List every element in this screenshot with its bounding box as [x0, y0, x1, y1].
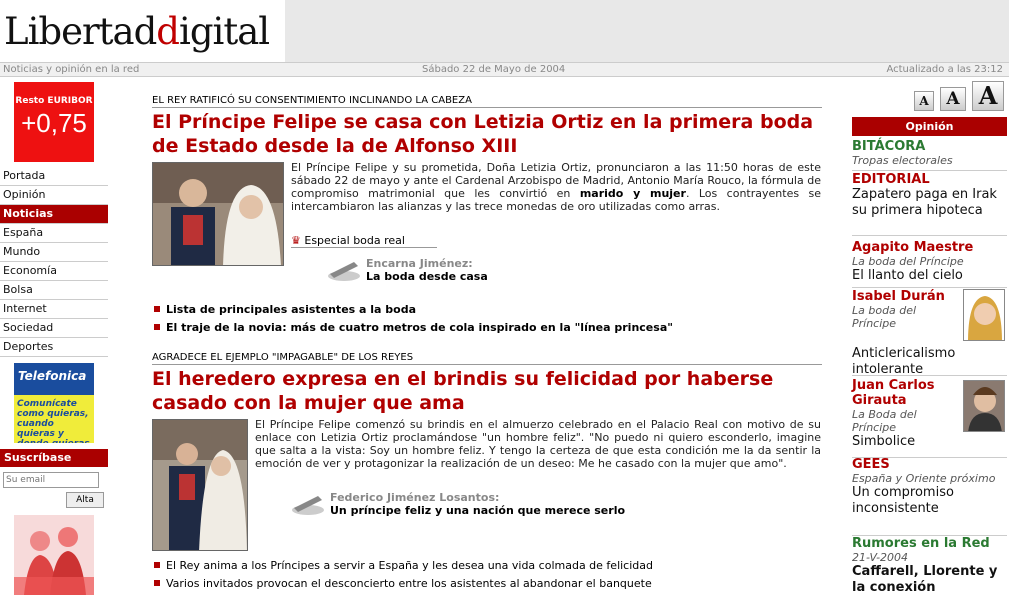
- opinion-agapito-maestre[interactable]: Agapito Maestre La boda del Príncipe El …: [852, 240, 1007, 288]
- story2-bullet-2[interactable]: Varios invitados provocan el desconciert…: [154, 577, 652, 590]
- nav-item-noticias[interactable]: Noticias: [0, 205, 108, 224]
- special-wedding-link[interactable]: ♛ Especial boda real: [291, 234, 437, 248]
- wedding-banner-image: [14, 515, 94, 595]
- crown-icon: ♛: [291, 234, 301, 247]
- opinion-juan-carlos-girauta[interactable]: Juan Carlos Girauta La Boda del Príncipe…: [852, 378, 1007, 458]
- story2-body: El Príncipe Felipe comenzó su brindis en…: [255, 418, 821, 470]
- euribor-value: +0,75: [21, 108, 87, 138]
- subscribe-title: Suscríbase: [0, 449, 108, 467]
- nav-item-mundo[interactable]: Mundo: [0, 243, 108, 262]
- telefonica-slogan: Comunícate como quieras, cuando quieras …: [17, 399, 90, 443]
- main-nav: Portada Opinión Noticias España Mundo Ec…: [0, 167, 108, 357]
- story1-bullet-1[interactable]: Lista de principales asistentes a la bod…: [154, 303, 416, 316]
- bullet-square-icon: [154, 562, 160, 568]
- updated-time: Actualizado a las 23:12: [886, 64, 1003, 75]
- bullet-square-icon: [154, 324, 160, 330]
- email-field[interactable]: [3, 472, 99, 488]
- pen-icon: [326, 258, 362, 282]
- nav-item-deportes[interactable]: Deportes: [0, 338, 108, 357]
- opinion-header: Opinión: [852, 117, 1007, 136]
- logo-text-2: igital: [178, 10, 270, 53]
- telefonica-logo-bar: Telefonica: [14, 363, 94, 395]
- nav-item-espana[interactable]: España: [0, 224, 108, 243]
- story2-photo-image: [153, 420, 247, 550]
- story1-photo-image: [153, 163, 283, 265]
- logo-text-d: d: [156, 10, 180, 53]
- nav-item-opinion[interactable]: Opinión: [0, 186, 108, 205]
- site-tagline: Noticias y opinión en la red: [3, 64, 140, 75]
- nav-item-internet[interactable]: Internet: [0, 300, 108, 319]
- nav-item-sociedad[interactable]: Sociedad: [0, 319, 108, 338]
- site-header: Libertaddigital: [0, 0, 1009, 62]
- nav-item-portada[interactable]: Portada: [0, 167, 108, 186]
- header-subbar: Noticias y opinión en la red Sábado 22 d…: [0, 62, 1009, 77]
- bullet-square-icon: [154, 580, 160, 586]
- story2-headline[interactable]: El heredero expresa en el brindis su fel…: [152, 367, 822, 415]
- story2-opinion-link[interactable]: Federico Jiménez Losantos: Un príncipe f…: [330, 491, 625, 517]
- story1-photo[interactable]: [152, 162, 284, 266]
- opinion-isabel-duran[interactable]: Isabel Durán La boda del Príncipe Anticl…: [852, 289, 1007, 377]
- opinion-gees[interactable]: GEES España y Oriente próximo Un comprom…: [852, 457, 1007, 536]
- girauta-avatar: [963, 380, 1005, 432]
- logo-text-1: Libertad: [4, 10, 157, 53]
- bullet-square-icon: [154, 306, 160, 312]
- opinion-editorial[interactable]: EDITORIAL Zapatero paga en Irak su prime…: [852, 172, 1007, 236]
- site-logo[interactable]: Libertaddigital: [4, 10, 270, 53]
- story1-body: El Príncipe Felipe y su prometida, Doña …: [291, 161, 821, 213]
- logo-container[interactable]: Libertaddigital: [0, 0, 285, 62]
- euribor-label: Resto EURIBOR: [15, 96, 93, 106]
- main-content: EL REY RATIFICÓ SU CONSENTIMIENTO INCLIN…: [108, 77, 848, 601]
- right-sidebar: A A A Opinión BITÁCORA Tropas electorale…: [848, 77, 1009, 601]
- isabel-duran-avatar: [963, 289, 1005, 341]
- subscribe-button[interactable]: Alta: [66, 492, 104, 508]
- left-sidebar: Resto EURIBOR +0,75 Portada Opinión Noti…: [0, 77, 108, 601]
- font-small-button[interactable]: A: [914, 91, 934, 111]
- telefonica-logo: Telefonica: [18, 369, 87, 383]
- story2-kicker: AGRADECE EL EJEMPLO "IMPAGABLE" DE LOS R…: [152, 352, 822, 365]
- pen-icon: [290, 492, 326, 516]
- telefonica-ad[interactable]: Telefonica Comunícate como quieras, cuan…: [14, 363, 94, 443]
- nav-item-bolsa[interactable]: Bolsa: [0, 281, 108, 300]
- font-medium-button[interactable]: A: [940, 87, 966, 111]
- story1-bullet-2[interactable]: El traje de la novia: más de cuatro metr…: [154, 321, 673, 334]
- font-size-controls: A A A: [912, 81, 1007, 111]
- opinion-bitacora[interactable]: BITÁCORA Tropas electorales: [852, 139, 1007, 171]
- story2-photo[interactable]: [152, 419, 248, 551]
- story2-bullet-1[interactable]: El Rey anima a los Príncipes a servir a …: [154, 559, 653, 572]
- nav-item-economia[interactable]: Economía: [0, 262, 108, 281]
- story1-opinion-link[interactable]: Encarna Jiménez: La boda desde casa: [366, 257, 488, 283]
- font-large-button[interactable]: A: [972, 81, 1004, 111]
- royal-wedding-banner[interactable]: [14, 515, 94, 595]
- euribor-banner[interactable]: Resto EURIBOR +0,75: [14, 82, 94, 162]
- opinion-rumores[interactable]: Rumores en la Red 21-V-2004 Caffarell, L…: [852, 536, 1007, 601]
- story1-headline[interactable]: El Príncipe Felipe se casa con Letizia O…: [152, 110, 822, 158]
- current-date: Sábado 22 de Mayo de 2004: [422, 64, 566, 75]
- story1-kicker: EL REY RATIFICÓ SU CONSENTIMIENTO INCLIN…: [152, 95, 822, 108]
